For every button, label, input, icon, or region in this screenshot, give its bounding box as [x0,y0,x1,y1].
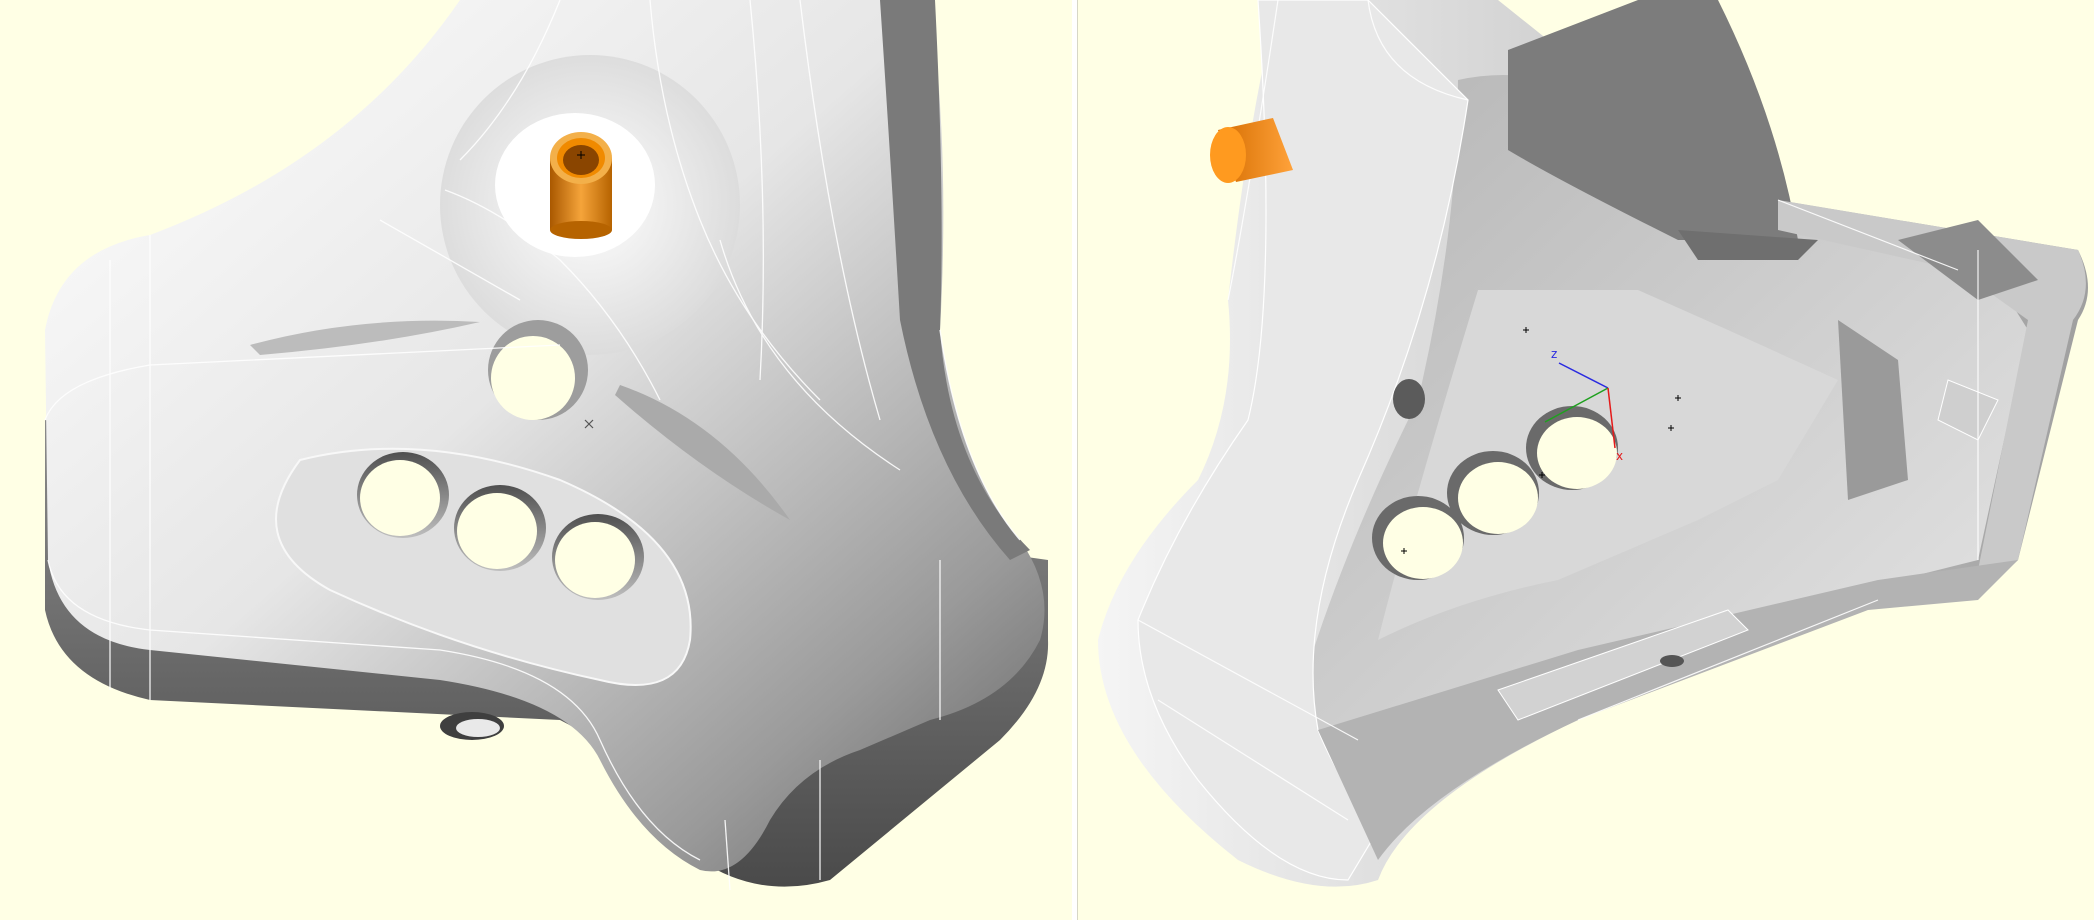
right-3d-model[interactable]: z x [1078,0,2094,920]
upper-hole [491,336,575,420]
left-viewport[interactable] [0,0,1072,920]
hole-1 [360,460,440,536]
right-viewport[interactable]: z x [1078,0,2094,920]
axis-z-label: z [1551,347,1557,361]
axis-x-label: x [1616,449,1623,463]
hole-3 [555,522,635,598]
deck-hole-2 [1458,462,1538,534]
side-hole [456,719,500,737]
deck-hole-1 [1383,507,1463,579]
wall-hole [1393,379,1425,419]
orange-pin-icon[interactable] [550,132,612,239]
deck-hole-3 [1537,417,1617,489]
rib-hole [1660,655,1684,667]
hole-2 [457,493,537,569]
left-3d-model[interactable] [0,0,1072,920]
